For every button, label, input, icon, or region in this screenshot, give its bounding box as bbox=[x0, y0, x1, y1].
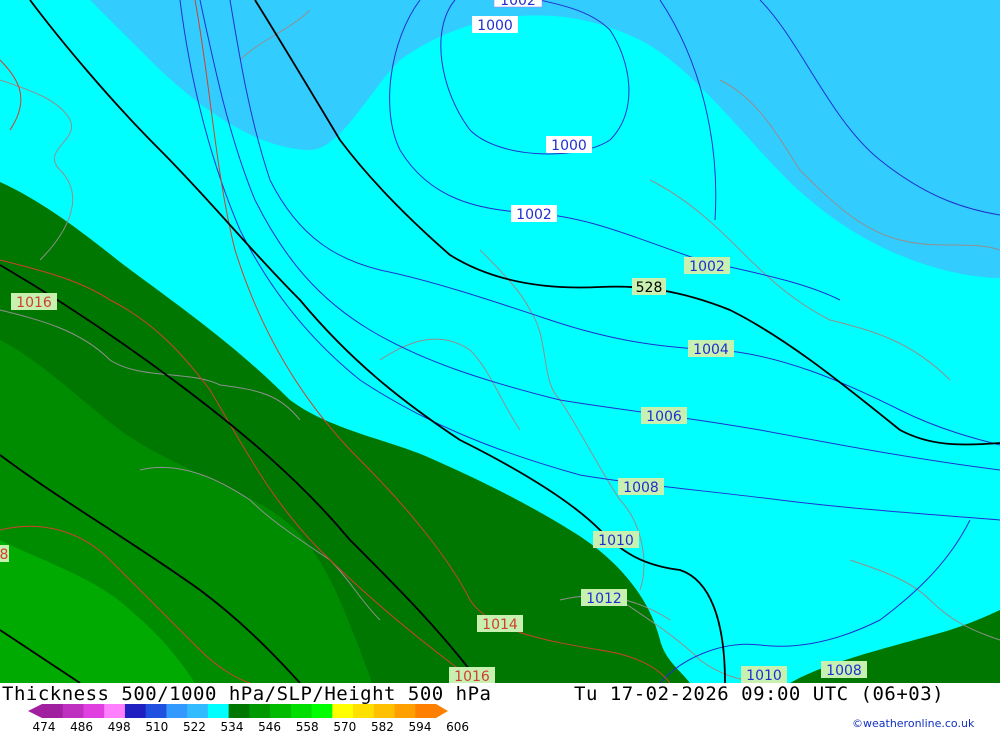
scale-tick-label: 594 bbox=[409, 720, 432, 733]
scale-swatch bbox=[290, 704, 313, 718]
label-isobar-1002-a: 1002 bbox=[511, 205, 557, 223]
color-scale: 474 486 498 510 522 534 546 558 570 582 594 606 bbox=[28, 704, 470, 733]
scale-swatch bbox=[249, 704, 271, 718]
label-isobar-1000-b: 1000 bbox=[546, 136, 592, 154]
scale-swatch bbox=[353, 704, 375, 718]
label-isobar-1002-top: 1002 bbox=[493, 0, 543, 9]
scale-tick-label: 534 bbox=[221, 720, 244, 733]
scale-swatch bbox=[270, 704, 292, 718]
scale-swatch bbox=[394, 704, 416, 718]
svg-text:1010: 1010 bbox=[598, 533, 634, 549]
scale-swatch bbox=[187, 704, 209, 718]
scale-swatch bbox=[124, 704, 147, 718]
label-isobar-1016-a: 1016 bbox=[11, 293, 57, 311]
scale-swatch bbox=[207, 704, 230, 718]
scale-swatches bbox=[28, 704, 448, 718]
svg-text:1006: 1006 bbox=[646, 409, 682, 425]
label-isobar-1018-edge: 8 bbox=[0, 545, 9, 563]
scale-tick-label: 486 bbox=[70, 720, 93, 733]
scale-swatch bbox=[166, 704, 188, 718]
label-isobar-1008-b: 1008 bbox=[821, 661, 867, 679]
scale-swatch bbox=[62, 704, 84, 718]
svg-text:8: 8 bbox=[0, 547, 8, 563]
scale-tick-label: 510 bbox=[145, 720, 168, 733]
svg-text:1016: 1016 bbox=[454, 669, 490, 683]
svg-text:1010: 1010 bbox=[746, 668, 782, 683]
scale-swatch bbox=[373, 704, 396, 718]
scale-tick-label: 606 bbox=[446, 720, 469, 733]
scale-swatch bbox=[311, 704, 333, 718]
svg-text:1002: 1002 bbox=[689, 259, 725, 275]
label-isobar-1012: 1012 bbox=[581, 589, 627, 607]
label-isobar-1000-a: 1000 bbox=[472, 16, 518, 34]
scale-swatch bbox=[104, 704, 126, 718]
scale-tick-label: 522 bbox=[183, 720, 206, 733]
scale-tick-label: 582 bbox=[371, 720, 394, 733]
scale-arrow-left bbox=[28, 704, 42, 718]
svg-text:1012: 1012 bbox=[586, 591, 622, 607]
map-footer: Thickness 500/1000 hPa/SLP/Height 500 hP… bbox=[0, 683, 1000, 733]
svg-text:1008: 1008 bbox=[623, 480, 659, 496]
svg-text:1008: 1008 bbox=[826, 663, 862, 679]
scale-tick-label: 558 bbox=[296, 720, 319, 733]
scale-arrow-right bbox=[436, 704, 448, 718]
scale-tick-label: 474 bbox=[33, 720, 56, 733]
scale-swatch bbox=[332, 704, 354, 718]
svg-text:1000: 1000 bbox=[551, 138, 587, 154]
label-isobar-1010-a: 1010 bbox=[593, 531, 639, 549]
svg-text:1002: 1002 bbox=[516, 207, 552, 223]
scale-tick-label: 498 bbox=[108, 720, 131, 733]
label-isobar-1006: 1006 bbox=[641, 407, 687, 425]
label-isobar-1004: 1004 bbox=[688, 340, 734, 358]
svg-text:1016: 1016 bbox=[16, 295, 52, 311]
label-height-528: 528 bbox=[632, 278, 666, 296]
label-isobar-1016-b: 1016 bbox=[449, 667, 495, 683]
svg-text:1000: 1000 bbox=[477, 18, 513, 34]
svg-text:528: 528 bbox=[636, 280, 663, 296]
scale-swatch bbox=[83, 704, 105, 718]
svg-text:1002: 1002 bbox=[500, 0, 536, 9]
scale-swatch bbox=[145, 704, 167, 718]
map-title: Thickness 500/1000 hPa/SLP/Height 500 hP… bbox=[2, 683, 492, 705]
scale-swatch bbox=[415, 704, 437, 718]
label-isobar-1008-a: 1008 bbox=[618, 478, 664, 496]
label-isobar-1002-b: 1002 bbox=[684, 257, 730, 275]
valid-datetime: Tu 17-02-2026 09:00 UTC (06+03) bbox=[574, 683, 945, 705]
scale-swatch bbox=[228, 704, 250, 718]
weather-map: 1002 1000 1000 1002 1002 528 1004 1006 1… bbox=[0, 0, 1000, 683]
scale-tick-label: 546 bbox=[258, 720, 281, 733]
scale-ticks: 474 486 498 510 522 534 546 558 570 582 594 606 bbox=[33, 720, 470, 733]
svg-text:1004: 1004 bbox=[693, 342, 729, 358]
svg-text:1014: 1014 bbox=[482, 617, 518, 633]
credit-link[interactable]: ©weatheronline.co.uk bbox=[852, 717, 974, 730]
label-isobar-1010-b: 1010 bbox=[741, 666, 787, 683]
scale-swatch bbox=[42, 704, 64, 718]
scale-tick-label: 570 bbox=[333, 720, 356, 733]
label-isobar-1014: 1014 bbox=[477, 615, 523, 633]
